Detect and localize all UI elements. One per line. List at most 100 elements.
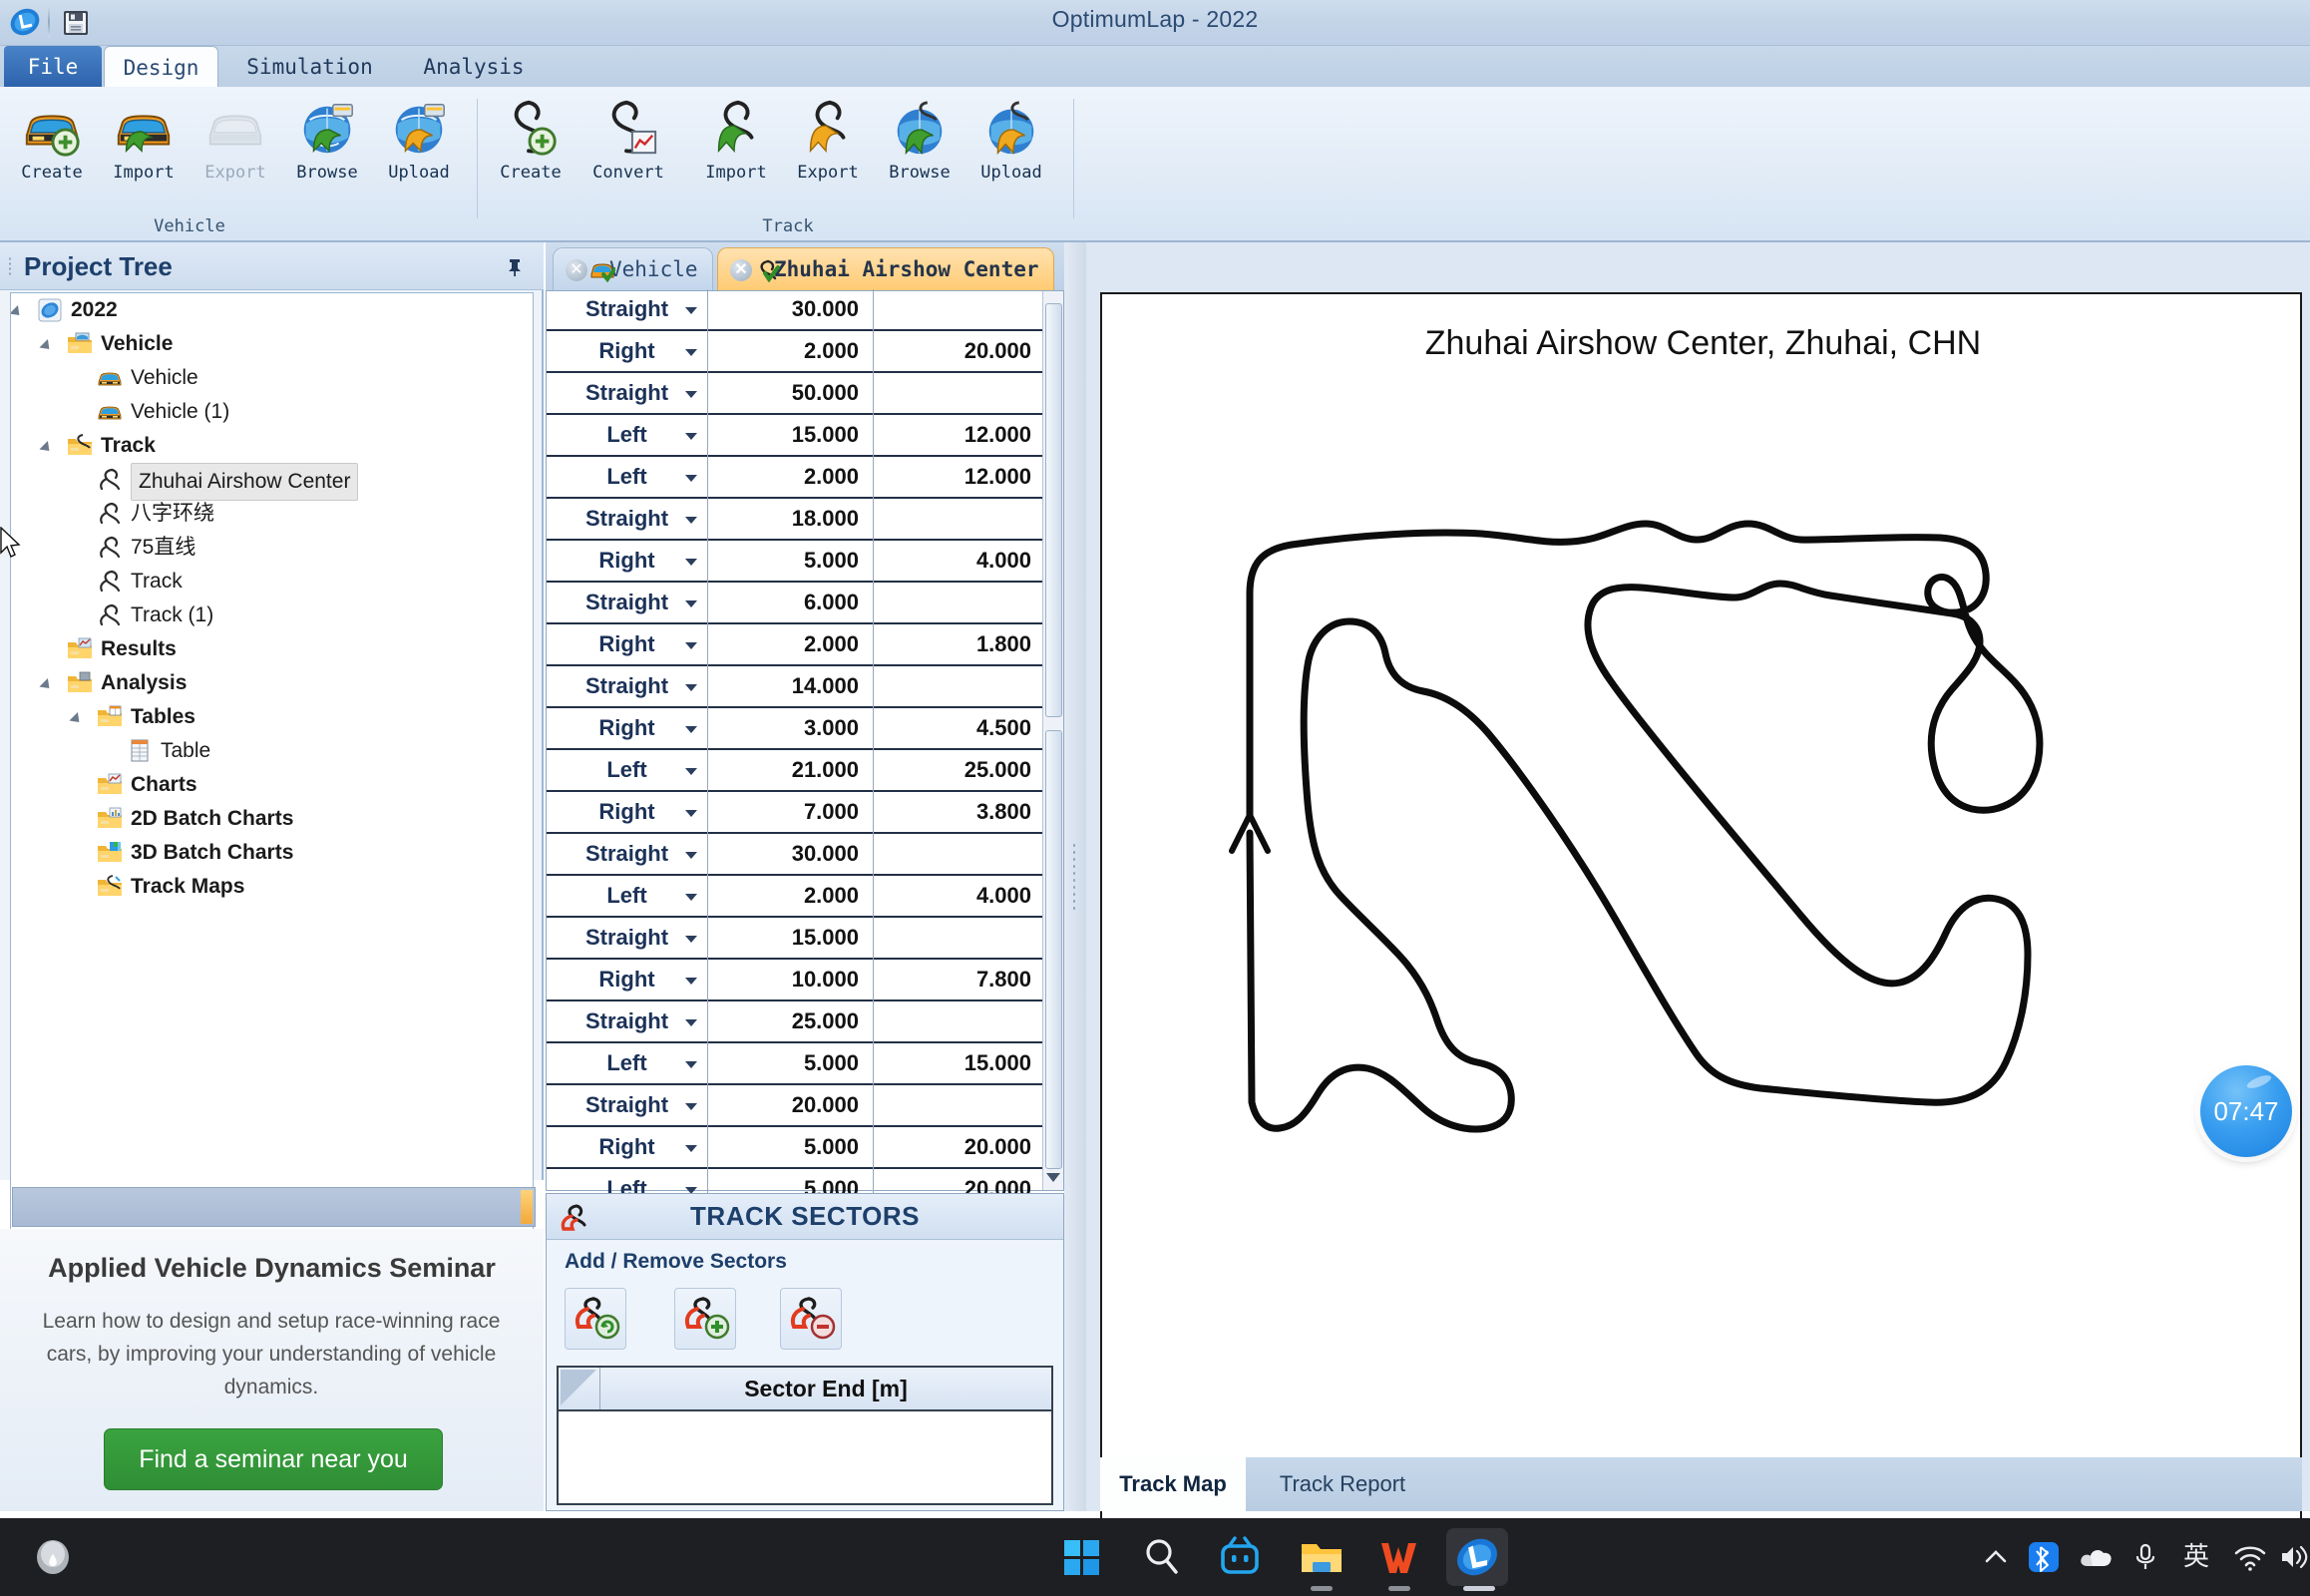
tray-wifi-icon[interactable] (2232, 1540, 2268, 1574)
element-type-dropdown[interactable]: Left (547, 457, 708, 499)
scrollbar-thumb-lower[interactable] (1045, 730, 1062, 1169)
track-elements-table[interactable]: Straight 30.000 Right 2.000 20.000 Straight 50… (546, 289, 1064, 1211)
track-element-row[interactable]: Left 2.000 12.000 (547, 457, 1043, 499)
tree-item-2d-batch-charts[interactable]: 2D Batch Charts (11, 802, 533, 836)
tree-item-vehicle-1[interactable]: Vehicle (1) (11, 395, 533, 429)
view-tab-track-report[interactable]: Track Report (1248, 1457, 1437, 1511)
taskbar-optimumlap-icon[interactable] (1452, 1532, 1502, 1582)
add-sector-button[interactable] (674, 1288, 736, 1350)
element-type-dropdown[interactable]: Right (547, 960, 708, 1001)
element-length-cell[interactable]: 30.000 (709, 289, 874, 331)
element-radius-cell[interactable]: 4.000 (875, 876, 1043, 918)
chevron-down-icon[interactable] (685, 978, 697, 985)
element-length-cell[interactable]: 30.000 (709, 834, 874, 876)
element-radius-cell[interactable] (875, 834, 1043, 876)
element-radius-cell[interactable]: 4.000 (875, 541, 1043, 583)
tray-volume-icon[interactable] (2278, 1540, 2310, 1574)
track-element-row[interactable]: Straight 20.000 (547, 1085, 1043, 1127)
chevron-down-icon[interactable] (685, 936, 697, 943)
element-type-dropdown[interactable]: Straight (547, 1001, 708, 1043)
track-create-button[interactable]: Create (481, 93, 580, 210)
pin-icon[interactable] (504, 256, 526, 278)
track-element-row[interactable]: Right 7.000 3.800 (547, 792, 1043, 834)
element-length-cell[interactable]: 2.000 (709, 876, 874, 918)
element-radius-cell[interactable]: 20.000 (875, 331, 1043, 373)
track-element-row[interactable]: Right 2.000 1.800 (547, 624, 1043, 666)
tree-item-2022[interactable]: 2022 (11, 293, 533, 327)
taskbar-start-icon[interactable] (1057, 1532, 1107, 1582)
element-radius-cell[interactable]: 3.800 (875, 792, 1043, 834)
tree-item-zhuhai-airshow-center[interactable]: Zhuhai Airshow Center (11, 463, 533, 501)
floating-clock-widget[interactable]: 07:47 (2200, 1065, 2292, 1157)
tree-item-track[interactable]: Track (11, 565, 533, 598)
chevron-down-icon[interactable] (685, 1019, 697, 1026)
tree-item-table[interactable]: Table (11, 734, 533, 768)
element-type-dropdown[interactable]: Straight (547, 918, 708, 960)
track-element-row[interactable]: Straight 50.000 (547, 373, 1043, 415)
element-radius-cell[interactable]: 25.000 (875, 750, 1043, 792)
reset-sectors-button[interactable] (565, 1288, 626, 1350)
element-type-dropdown[interactable]: Straight (547, 666, 708, 708)
track-element-row[interactable]: Right 10.000 7.800 (547, 960, 1043, 1001)
element-length-cell[interactable]: 6.000 (709, 583, 874, 624)
expand-arrow-icon[interactable] (39, 441, 54, 456)
panel-grip-icon[interactable] (8, 256, 12, 276)
vehicle-import-button[interactable]: Import (94, 93, 193, 210)
find-seminar-button[interactable]: Find a seminar near you (104, 1428, 443, 1490)
element-type-dropdown[interactable]: Right (547, 1127, 708, 1169)
element-type-dropdown[interactable]: Left (547, 876, 708, 918)
element-radius-cell[interactable] (875, 1085, 1043, 1127)
element-length-cell[interactable]: 10.000 (709, 960, 874, 1001)
element-type-dropdown[interactable]: Straight (547, 1085, 708, 1127)
tray-onedrive-icon[interactable] (2077, 1540, 2115, 1574)
element-length-cell[interactable]: 7.000 (709, 792, 874, 834)
element-type-dropdown[interactable]: Straight (547, 373, 708, 415)
elements-vertical-scrollbar[interactable] (1042, 291, 1063, 1190)
track-element-row[interactable]: Straight 15.000 (547, 918, 1043, 960)
element-radius-cell[interactable] (875, 666, 1043, 708)
element-type-dropdown[interactable]: Straight (547, 834, 708, 876)
vehicle-browse-button[interactable]: Browse (277, 93, 377, 210)
taskbar-wps-icon[interactable] (1374, 1532, 1424, 1582)
element-radius-cell[interactable] (875, 583, 1043, 624)
track-map-canvas[interactable]: Zhuhai Airshow Center, Zhuhai, CHN (1100, 292, 2302, 1596)
tree-item-track-1[interactable]: Track (1) (11, 598, 533, 632)
chevron-down-icon[interactable] (685, 726, 697, 733)
expand-arrow-icon[interactable] (69, 712, 84, 727)
close-icon[interactable]: ✕ (566, 259, 587, 281)
taskbar-weather-icon[interactable] (28, 1532, 78, 1582)
element-type-dropdown[interactable]: Left (547, 415, 708, 457)
view-tab-track-map[interactable]: Track Map (1100, 1457, 1246, 1511)
track-element-row[interactable]: Left 5.000 15.000 (547, 1043, 1043, 1085)
track-element-row[interactable]: Straight 6.000 (547, 583, 1043, 624)
tree-item-track-maps[interactable]: Track Maps (11, 870, 533, 904)
element-length-cell[interactable]: 18.000 (709, 499, 874, 541)
track-element-row[interactable]: Left 2.000 4.000 (547, 876, 1043, 918)
tree-item-analysis[interactable]: Analysis (11, 666, 533, 700)
element-radius-cell[interactable]: 20.000 (875, 1127, 1043, 1169)
element-radius-cell[interactable] (875, 918, 1043, 960)
element-type-dropdown[interactable]: Right (547, 792, 708, 834)
tree-item-3d-batch-charts[interactable]: 3D Batch Charts (11, 836, 533, 870)
chevron-down-icon[interactable] (685, 852, 697, 859)
tab-analysis[interactable]: Analysis (399, 46, 549, 88)
element-radius-cell[interactable] (875, 1001, 1043, 1043)
track-element-row[interactable]: Straight 18.000 (547, 499, 1043, 541)
close-icon[interactable]: ✕ (730, 259, 752, 281)
element-radius-cell[interactable]: 12.000 (875, 415, 1043, 457)
taskbar-file-explorer-icon[interactable] (1297, 1532, 1347, 1582)
tree-item-vehicle[interactable]: Vehicle (11, 361, 533, 395)
element-type-dropdown[interactable]: Straight (547, 499, 708, 541)
element-radius-cell[interactable] (875, 373, 1043, 415)
tray-microphone-icon[interactable] (2130, 1540, 2160, 1574)
element-length-cell[interactable]: 25.000 (709, 1001, 874, 1043)
tray-ime-icon[interactable]: 英 (2176, 1540, 2216, 1574)
track-element-row[interactable]: Right 2.000 20.000 (547, 331, 1043, 373)
track-element-row[interactable]: Straight 14.000 (547, 666, 1043, 708)
element-radius-cell[interactable]: 12.000 (875, 457, 1043, 499)
tree-item-results[interactable]: Results (11, 632, 533, 666)
track-browse-button[interactable]: Browse (870, 93, 969, 210)
track-element-row[interactable]: Right 5.000 20.000 (547, 1127, 1043, 1169)
tab-simulation[interactable]: Simulation (227, 46, 392, 88)
chevron-down-icon[interactable] (685, 349, 697, 356)
